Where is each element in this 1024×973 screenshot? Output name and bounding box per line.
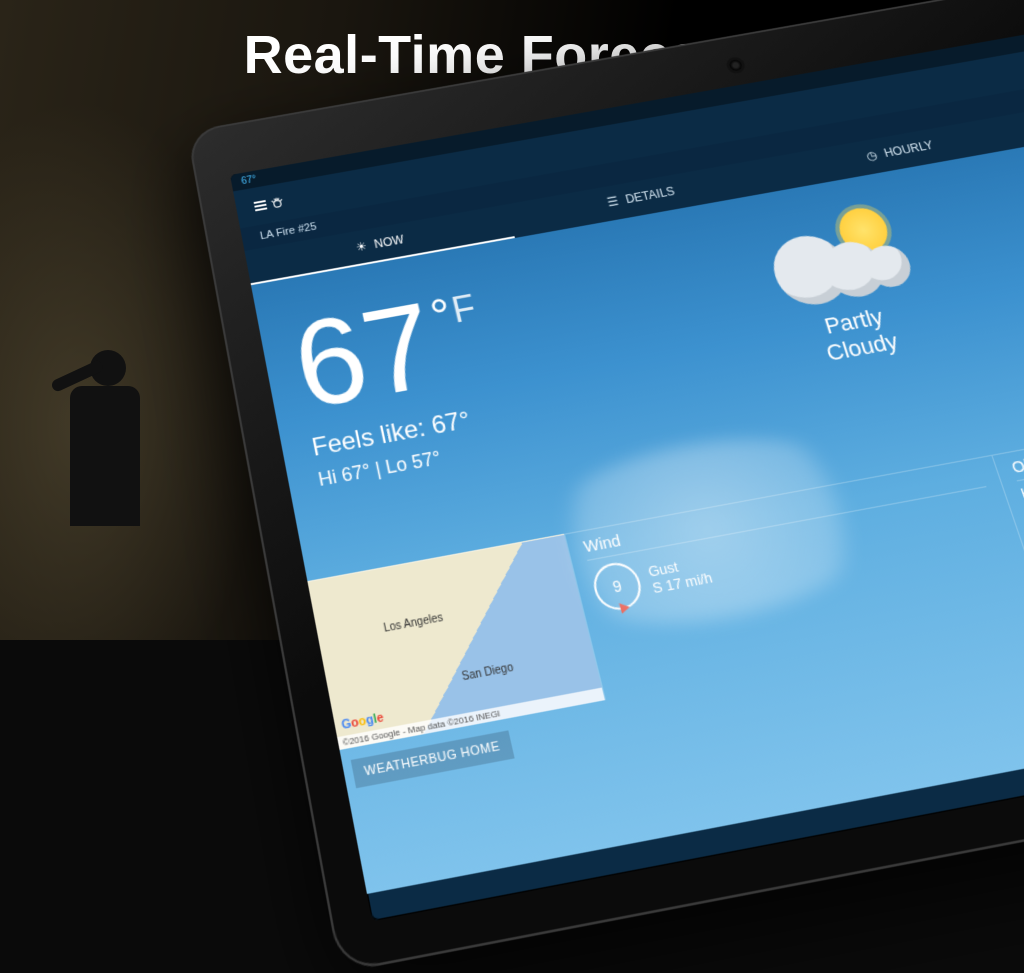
gust-value: S 17 mi/h — [651, 569, 714, 596]
observations-title: Observations — [1009, 387, 1024, 481]
sun-icon: ☀ — [353, 239, 370, 255]
tab-label: HOURLY — [882, 138, 935, 159]
wind-panel: Wind 9 Gust S 17 mi/h — [564, 455, 1024, 700]
tablet-device: 67° Los Angeles, CA LA Fire #25 3:19 PM … — [230, 0, 1024, 921]
clock-icon: ◷ — [863, 148, 881, 163]
menu-button[interactable] — [253, 192, 286, 216]
radar-map[interactable]: Los Angeles San Diego Google ©2016 Googl… — [307, 534, 605, 750]
wind-dial: 9 — [589, 559, 646, 613]
tab-label: NOW — [373, 233, 405, 251]
statusbar-temp: 67° — [240, 174, 257, 187]
hamburger-icon — [253, 198, 268, 213]
gust-label: Gust — [646, 553, 709, 580]
temp-value: 67 — [285, 285, 447, 428]
silhouette-person — [50, 350, 140, 610]
weatherbug-logo-icon — [269, 194, 286, 211]
tab-label: DETAILS — [624, 184, 676, 206]
wind-speed: 9 — [611, 577, 624, 596]
list-icon: ☰ — [604, 194, 621, 209]
